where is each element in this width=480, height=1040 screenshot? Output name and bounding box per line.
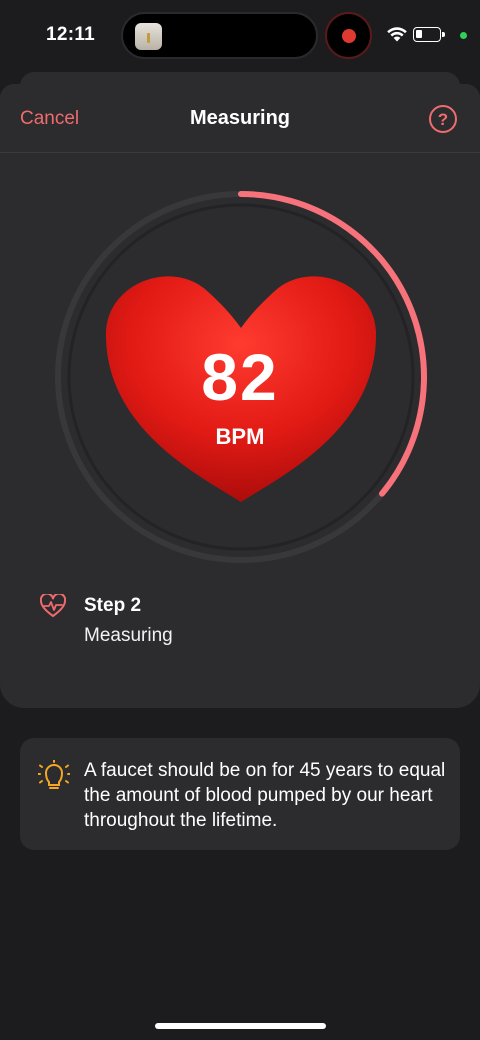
nav-bar: Cancel Measuring ?: [0, 84, 480, 153]
home-indicator[interactable]: [155, 1023, 326, 1029]
bpm-unit: BPM: [215, 424, 265, 449]
step-title: Step 2: [84, 595, 142, 616]
heart-pulse-icon: [40, 594, 66, 617]
privacy-indicator-dot: [460, 32, 467, 39]
screen-record-icon[interactable]: [325, 12, 372, 59]
page-title: Measuring: [189, 107, 291, 129]
status-bar: 12:11: [0, 0, 480, 72]
wifi-icon: [387, 27, 407, 42]
app-thumbnail-icon[interactable]: [135, 23, 162, 50]
tip-card: A faucet should be on for 45 years to eq…: [20, 738, 460, 850]
status-time: 12:11: [46, 24, 96, 45]
help-button[interactable]: ?: [429, 105, 457, 133]
step-subtitle: Measuring: [84, 625, 173, 646]
bpm-value: 82: [201, 340, 279, 414]
dynamic-island[interactable]: [121, 12, 318, 59]
measuring-sheet: Cancel Measuring ? 82 BPM Step 2 Measuri…: [0, 84, 480, 708]
battery-icon: [413, 27, 445, 42]
lightbulb-icon: [38, 760, 70, 789]
tip-text: A faucet should be on for 45 years to eq…: [84, 760, 446, 831]
